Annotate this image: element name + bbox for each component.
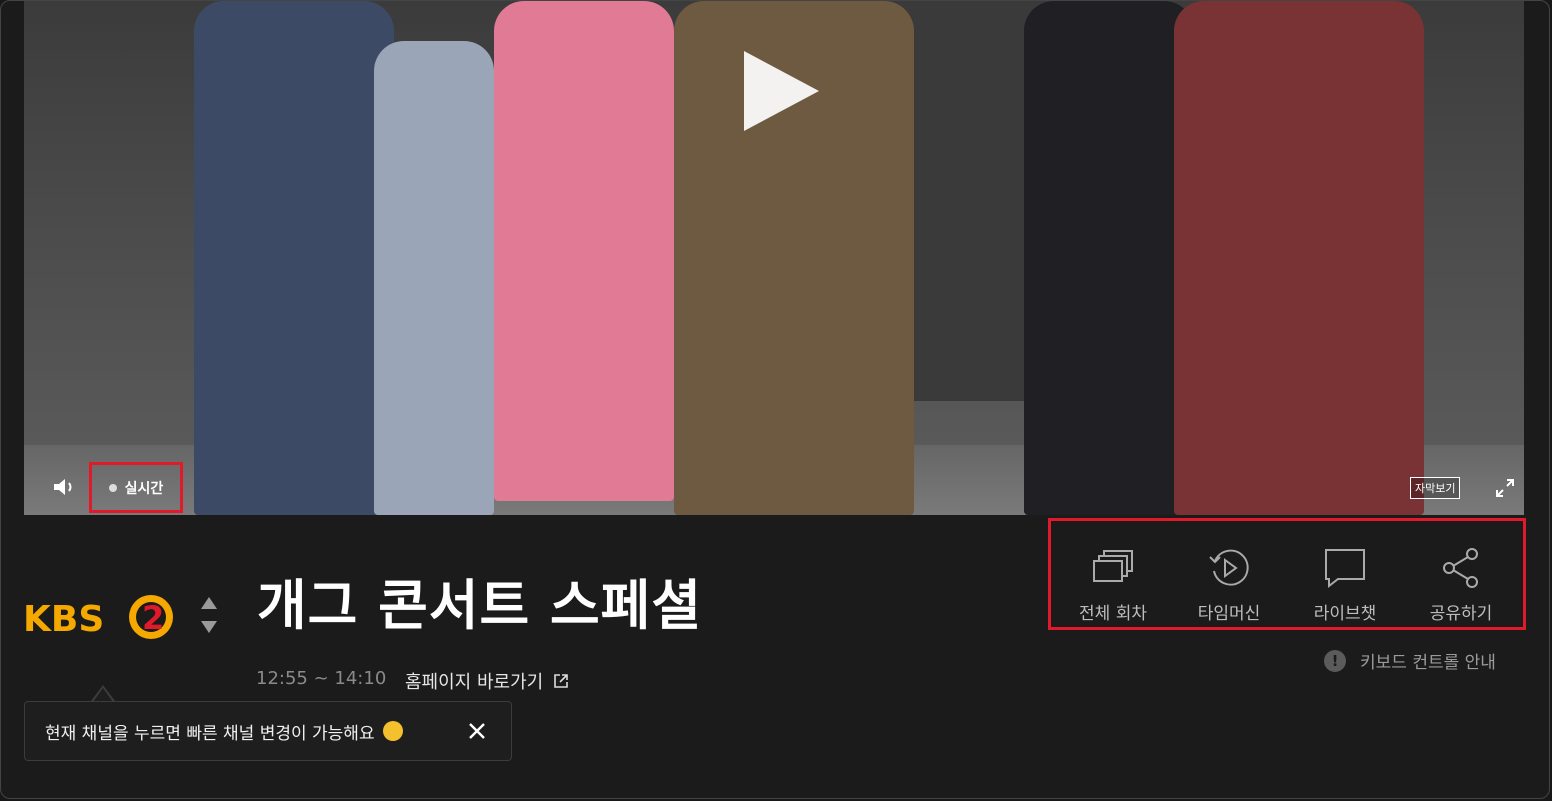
channel-logo-text: KBS xyxy=(23,599,104,640)
live-dot-icon xyxy=(108,483,117,492)
timemachine-icon xyxy=(1209,549,1249,586)
share-button[interactable]: 공유하기 xyxy=(1405,521,1517,627)
action-bar: 전체 회차 타임머신 라이브챗 공유하기 xyxy=(1048,518,1526,630)
channel-switcher[interactable] xyxy=(201,597,221,649)
all-episodes-label: 전체 회차 xyxy=(1079,604,1147,624)
volume-icon[interactable] xyxy=(52,476,78,498)
player-page: 자막보기 실시간 KBS 2 개그 콘서트 스페셜 12:55 ~ 14:10 … xyxy=(0,0,1550,799)
subtitle-button[interactable]: 자막보기 xyxy=(1410,477,1461,499)
tooltip-text: 현재 채널을 누르면 빠른 채널 변경이 가능해요 xyxy=(45,723,375,744)
keyboard-guide-label: 키보드 컨트롤 안내 xyxy=(1360,653,1496,673)
fullscreen-icon[interactable] xyxy=(1494,477,1516,499)
video-performer xyxy=(374,41,494,515)
video-performer xyxy=(494,1,674,501)
live-chat-label: 라이브챗 xyxy=(1313,604,1377,624)
channel-down-icon[interactable] xyxy=(201,621,217,633)
homepage-link[interactable]: 홈페이지 바로가기 xyxy=(405,668,569,694)
video-performer xyxy=(1024,1,1194,515)
program-title: 개그 콘서트 스페셜 xyxy=(257,574,703,637)
tooltip-pointer-inner xyxy=(93,688,113,702)
live-indicator[interactable]: 실시간 xyxy=(89,462,183,513)
play-icon[interactable] xyxy=(744,51,819,131)
all-episodes-button[interactable]: 전체 회차 xyxy=(1057,521,1169,627)
homepage-link-label: 홈페이지 바로가기 xyxy=(405,672,544,693)
timemachine-button[interactable]: 타임머신 xyxy=(1173,521,1285,627)
video-performer xyxy=(1174,1,1424,515)
video-player[interactable]: 자막보기 xyxy=(24,1,1524,515)
channel-up-icon[interactable] xyxy=(201,597,217,609)
external-link-icon xyxy=(554,674,569,688)
share-label: 공유하기 xyxy=(1429,604,1493,624)
close-icon[interactable] xyxy=(467,721,487,741)
episodes-icon xyxy=(1093,550,1133,582)
live-label: 실시간 xyxy=(124,480,164,497)
channel-logo-number: 2 xyxy=(142,599,164,637)
chat-icon xyxy=(1325,549,1365,589)
program-time: 12:55 ~ 14:10 xyxy=(256,668,387,689)
live-chat-button[interactable]: 라이브챗 xyxy=(1289,521,1401,627)
info-icon: ! xyxy=(1324,649,1346,672)
timemachine-label: 타임머신 xyxy=(1197,604,1261,624)
video-performer xyxy=(194,1,394,515)
channel-logo[interactable]: KBS 2 xyxy=(23,593,178,643)
grin-emoji-icon xyxy=(382,721,403,741)
keyboard-guide-link[interactable]: ! 키보드 컨트롤 안내 xyxy=(1324,648,1496,673)
channel-tip-tooltip: 현재 채널을 누르면 빠른 채널 변경이 가능해요 xyxy=(24,701,512,761)
share-icon xyxy=(1443,548,1478,588)
